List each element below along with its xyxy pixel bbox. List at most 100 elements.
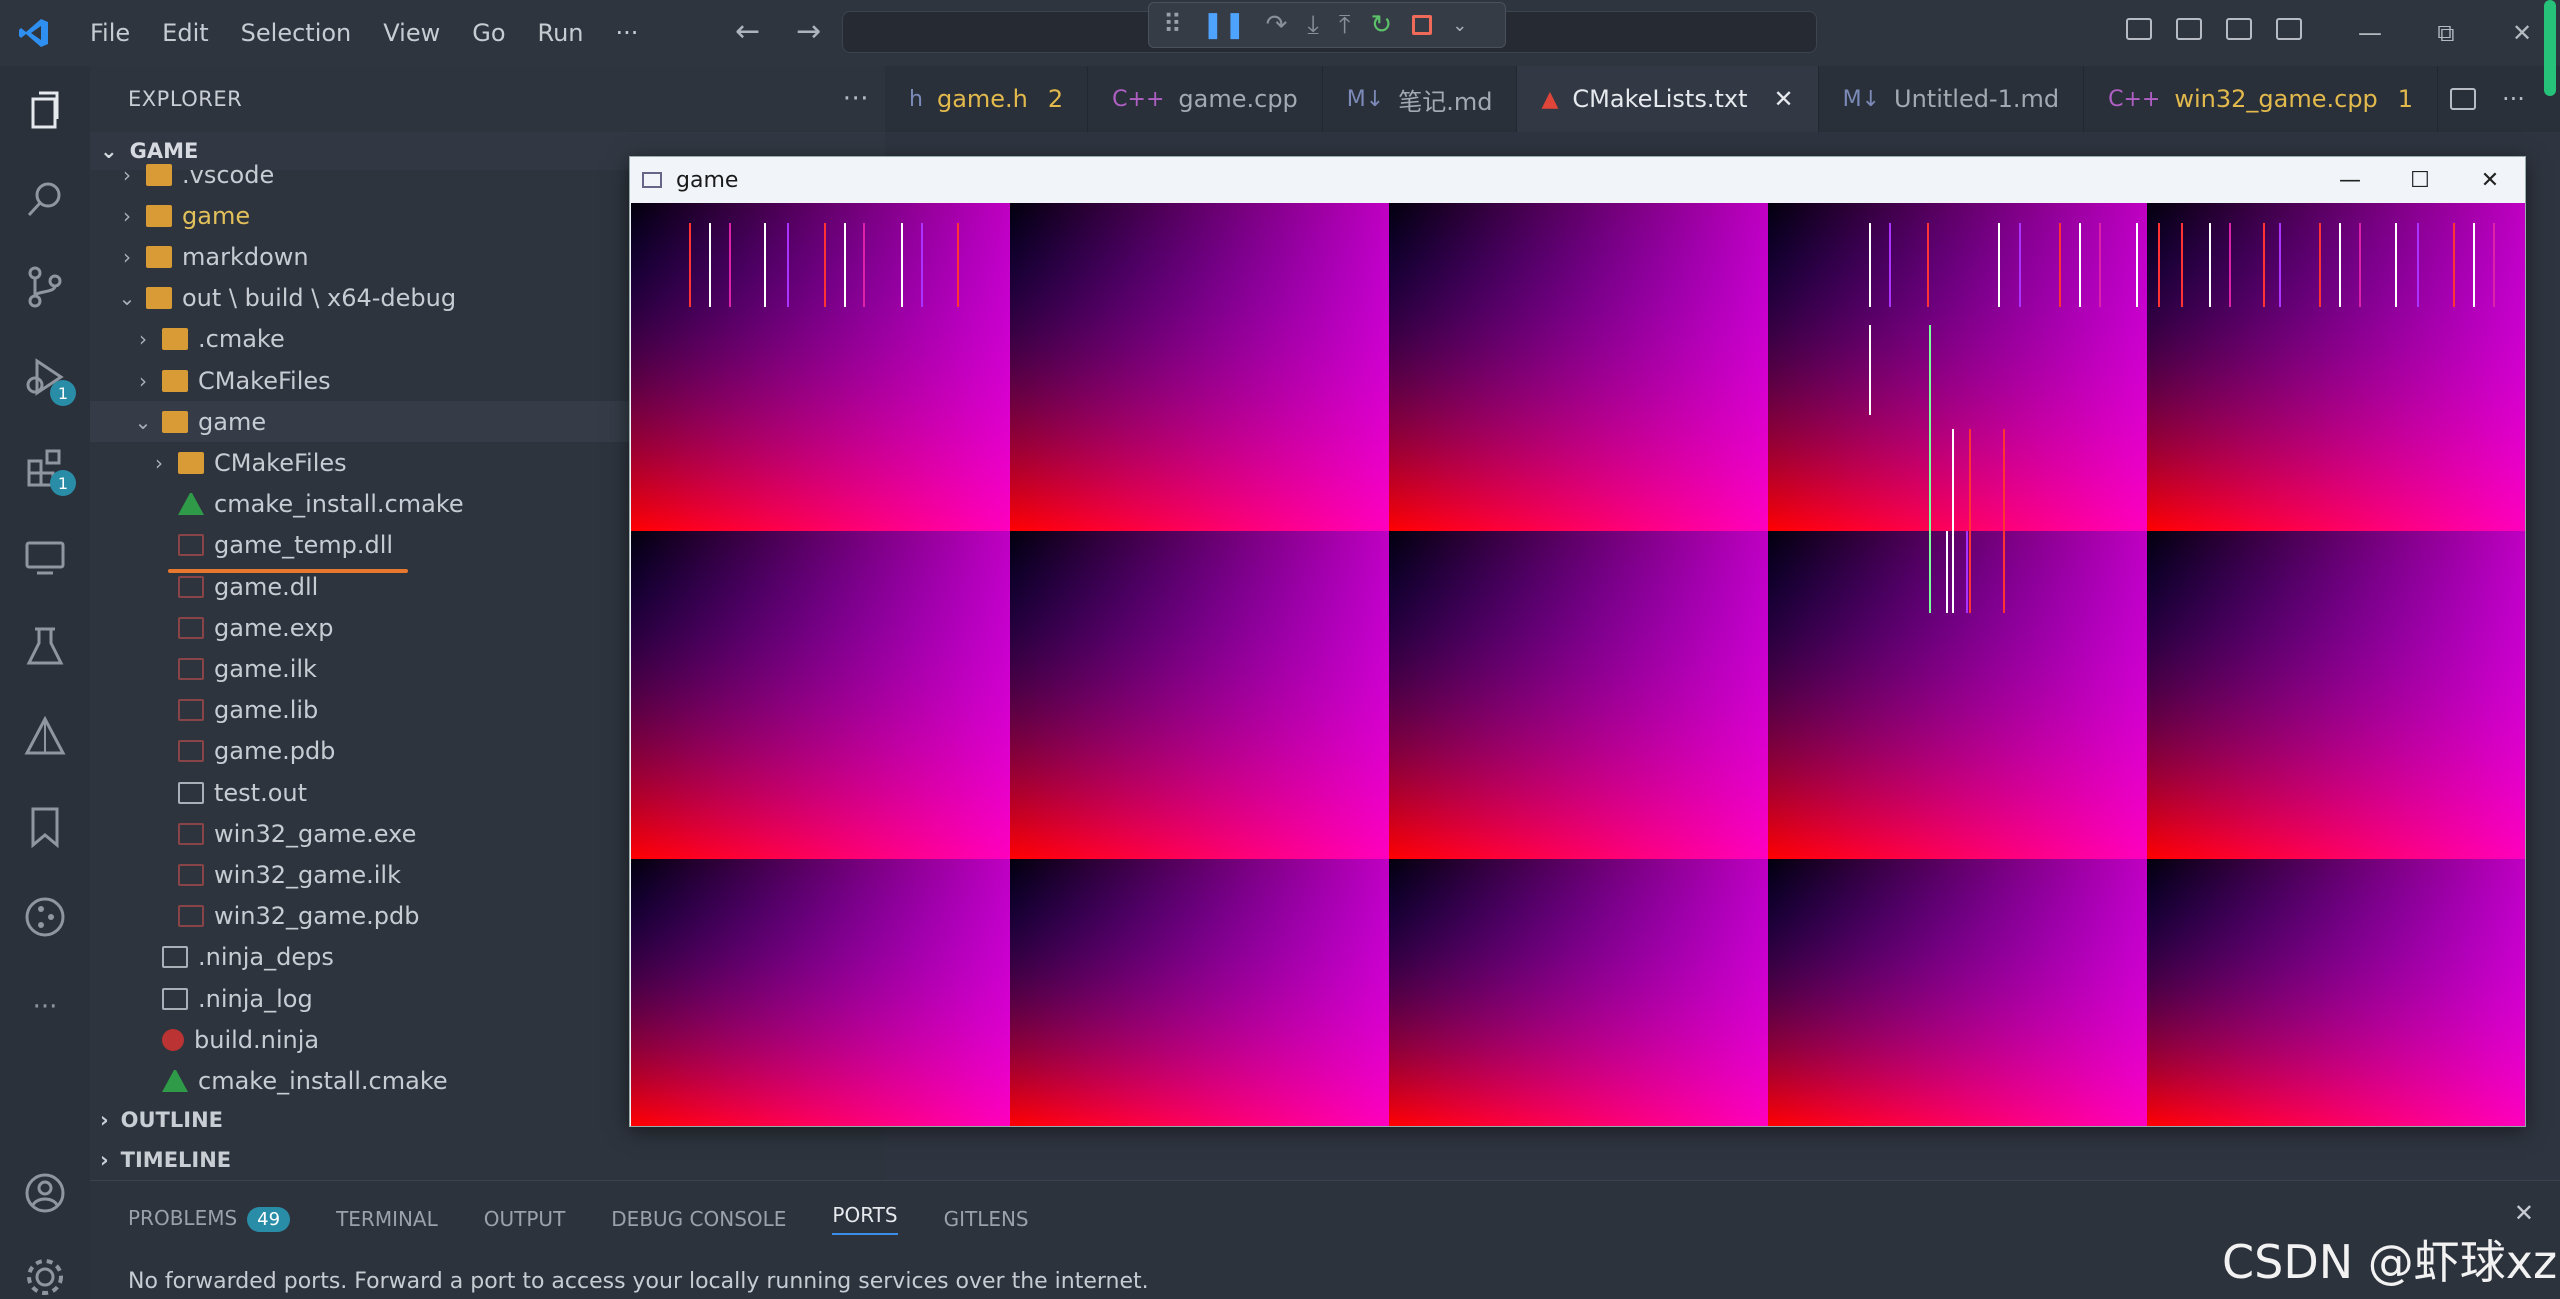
menu-run[interactable]: Run (522, 19, 600, 47)
tree-item-label: game (182, 201, 251, 230)
run-badge: 1 (50, 380, 76, 406)
cmake-icon[interactable] (20, 712, 70, 762)
tree-item-label: game_temp.dll (214, 531, 394, 560)
extensions-icon[interactable]: 1 (20, 442, 76, 496)
gradient-tile (1768, 859, 2147, 1126)
gradient-tile (631, 859, 1010, 1126)
step-out-icon[interactable]: ⤒ (1339, 10, 1351, 41)
forward-arrow-icon[interactable]: → (796, 14, 821, 49)
explorer-header: EXPLORER ··· (90, 66, 885, 132)
toggle-sidebar-icon[interactable] (2126, 18, 2152, 40)
account-icon[interactable] (20, 1168, 70, 1218)
close-icon[interactable]: ✕ (1773, 85, 1793, 113)
gradient-tile (2147, 859, 2525, 1126)
chevron-right-icon: › (123, 203, 131, 228)
toggle-secondary-sidebar-icon[interactable] (2226, 18, 2252, 40)
menu-more[interactable]: ··· (600, 19, 655, 47)
minimize-button[interactable]: — (2332, 19, 2408, 47)
editor-tab[interactable]: ▲ CMakeLists.txt ✕ (1517, 66, 1819, 132)
tab-output[interactable]: OUTPUT (484, 1207, 566, 1231)
restore-button[interactable]: ⧉ (2408, 19, 2484, 47)
render-line (2395, 223, 2397, 307)
remote-explorer-icon[interactable] (20, 532, 70, 582)
split-editor-icon[interactable] (2450, 88, 2476, 110)
vscode-logo-icon (14, 13, 54, 53)
chevron-down-icon[interactable]: ⌄ (1452, 15, 1467, 36)
tab-problems[interactable]: PROBLEMS 49 (128, 1206, 291, 1232)
menu-go[interactable]: Go (456, 19, 521, 47)
more-icon[interactable]: ··· (20, 982, 70, 1032)
gradient-tile (1010, 203, 1389, 531)
timeline-section[interactable]: › TIMELINE (90, 1140, 885, 1180)
gradient-tile (2147, 203, 2525, 531)
restart-icon[interactable]: ↻ (1370, 10, 1392, 40)
editor-tab[interactable]: M↓ 笔记.md (1323, 66, 1518, 132)
tree-item-label: markdown (182, 242, 309, 271)
search-icon[interactable] (20, 174, 70, 224)
source-control-icon[interactable] (20, 262, 70, 312)
file-icon (162, 946, 188, 969)
more-actions-icon[interactable]: ··· (2502, 85, 2525, 113)
editor-tab[interactable]: M↓ Untitled-1.md (1819, 66, 2085, 132)
render-line (1927, 223, 1929, 307)
file-type-icon: C++ (2108, 86, 2161, 112)
tree-item-label: .vscode (182, 160, 275, 189)
editor-tab[interactable]: C++ win32_game.cpp 1 (2084, 66, 2439, 132)
extensions-badge: 1 (50, 470, 76, 496)
menu-file[interactable]: File (74, 19, 146, 47)
run-debug-icon[interactable]: 1 (20, 352, 76, 406)
game-window-controls: — ☐ ✕ (2315, 157, 2525, 203)
tree-item-label: game.lib (214, 696, 319, 725)
tree-item-label: win32_game.pdb (214, 902, 420, 931)
editor-tab-label: game.cpp (1178, 85, 1298, 113)
editor-tab[interactable]: h game.h 2 (885, 66, 1089, 132)
editor-tab[interactable]: C++ game.cpp (1088, 66, 1323, 132)
explorer-icon[interactable] (20, 86, 70, 136)
bottom-panel: PROBLEMS 49 TERMINAL OUTPUT DEBUG CONSOLE… (90, 1180, 2560, 1299)
menu-edit[interactable]: Edit (146, 19, 224, 47)
render-line (2473, 223, 2475, 307)
gradient-tile (1389, 859, 1768, 1126)
explorer-more-icon[interactable]: ··· (843, 84, 869, 114)
editor-tab-label: 笔记.md (1398, 87, 1493, 116)
layout-controls (2114, 18, 2314, 40)
toggle-panel-icon[interactable] (2176, 18, 2202, 40)
menu-selection[interactable]: Selection (225, 19, 368, 47)
step-over-icon[interactable]: ↷ (1266, 10, 1288, 40)
chevron-down-icon: ⌄ (118, 286, 136, 311)
customize-layout-icon[interactable] (2276, 18, 2302, 40)
gear-icon[interactable] (20, 1252, 70, 1299)
tab-ports[interactable]: PORTS (832, 1203, 898, 1235)
problem-count: 2 (1047, 85, 1064, 113)
game-window-titlebar[interactable]: game (630, 157, 2525, 203)
tab-terminal[interactable]: TERMINAL (336, 1207, 438, 1231)
tree-item-label: cmake_install.cmake (214, 490, 464, 519)
binary-file-icon (178, 699, 204, 722)
game-close-button[interactable]: ✕ (2455, 168, 2525, 193)
panel-close-icon[interactable]: ✕ (2514, 1199, 2534, 1227)
bookmark-icon[interactable] (20, 802, 70, 852)
back-arrow-icon[interactable]: ← (735, 14, 760, 49)
stop-icon[interactable] (1412, 15, 1433, 35)
testing-flask-icon[interactable] (20, 622, 70, 672)
gitlens-icon[interactable] (20, 892, 70, 942)
game-render-canvas[interactable] (631, 203, 2525, 1126)
chevron-right-icon: › (123, 162, 131, 187)
grip-icon[interactable]: ⠿ (1163, 10, 1182, 40)
tab-debug-console[interactable]: DEBUG CONSOLE (611, 1207, 786, 1231)
menu-view[interactable]: View (367, 19, 456, 47)
timeline-label: TIMELINE (120, 1148, 232, 1172)
render-line (709, 223, 711, 307)
step-into-icon[interactable]: ⤓ (1307, 10, 1319, 41)
render-line (2339, 223, 2341, 307)
render-line (764, 223, 766, 307)
tab-gitlens[interactable]: GITLENS (944, 1207, 1029, 1231)
scrollbar-thumb[interactable] (2544, 0, 2556, 96)
problem-count: 1 (2397, 85, 2414, 113)
render-line (824, 223, 826, 307)
pause-icon[interactable]: ❚❚ (1202, 10, 1246, 40)
game-maximize-button[interactable]: ☐ (2385, 168, 2455, 193)
file-icon (162, 987, 188, 1010)
render-line (787, 223, 789, 307)
game-minimize-button[interactable]: — (2315, 168, 2385, 193)
